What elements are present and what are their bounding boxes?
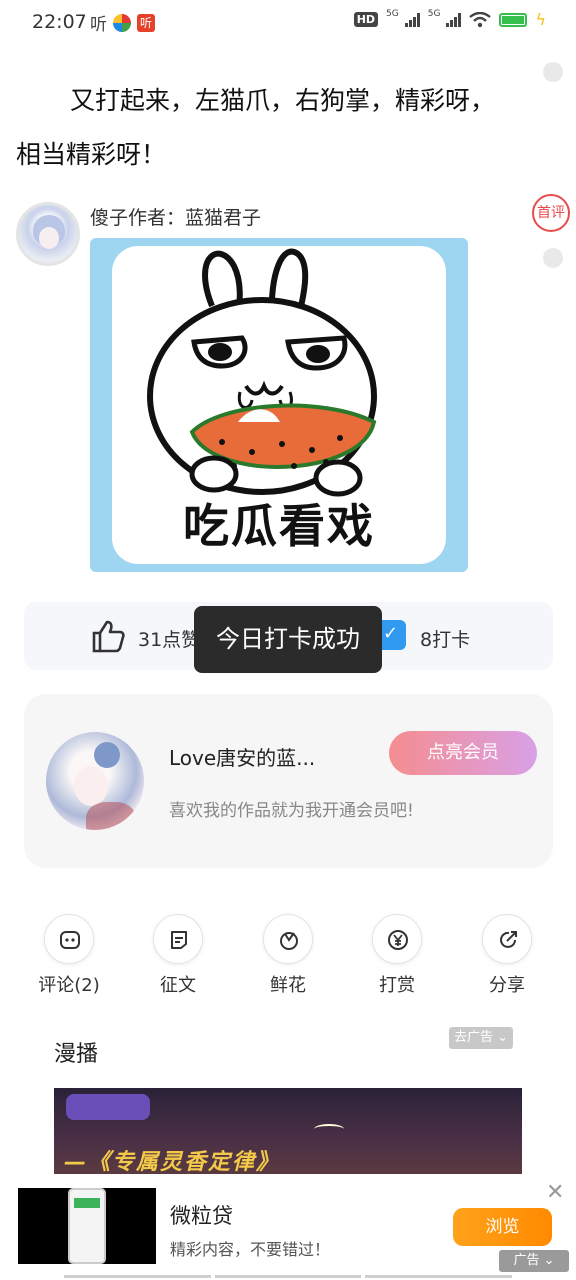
charging-icon: ϟ <box>535 10 546 29</box>
yuan-icon <box>372 914 422 964</box>
essay-icon <box>153 914 203 964</box>
share-label: 分享 <box>489 975 525 996</box>
thumbs-up-icon[interactable] <box>90 618 126 654</box>
like-count[interactable]: 31点赞 <box>138 625 200 652</box>
author-avatar[interactable] <box>16 202 80 266</box>
essay-label: 征文 <box>160 975 196 996</box>
status-notifications: 听 听 <box>90 10 155 35</box>
navigation-indicator <box>64 1275 513 1278</box>
author-name[interactable]: 傻子作者：蓝猫君子 <box>90 203 261 230</box>
comment-label: 评论(2) <box>38 975 100 996</box>
avatar-face <box>39 227 59 249</box>
interaction-actions: 评论(2) 征文 鲜花 打赏 分享 <box>0 914 576 1000</box>
remove-ad-button[interactable]: 去广告 ⌄ <box>449 1027 513 1049</box>
hd-voice-icon: HD <box>353 12 379 27</box>
member-name: Love唐安的蓝... <box>169 746 316 770</box>
first-comment-label: 首评 <box>532 194 570 232</box>
sticker-caption: 吃瓜看戏 <box>183 499 375 553</box>
sticker-card: 吃瓜看戏 <box>112 246 446 564</box>
ad-phone-image <box>68 1188 106 1264</box>
share-icon <box>482 914 532 964</box>
bottom-ad-banner: 微粒贷 精彩内容，不要错过！ 浏览 ✕ 广告 ⌄ <box>0 1174 576 1280</box>
battery-icon <box>499 12 528 27</box>
first-comment-badge[interactable]: 首评 <box>532 194 570 242</box>
flower-button[interactable]: 鲜花 <box>248 914 328 997</box>
ad-browse-button[interactable]: 浏览 <box>453 1208 552 1246</box>
signal-1-icon <box>404 12 420 27</box>
checkin-count[interactable]: 8打卡 <box>420 625 470 652</box>
network-type-2: 5G <box>427 8 441 19</box>
avatar-flower <box>94 742 120 768</box>
manbo-section-title: 漫播 <box>54 1042 99 1067</box>
side-dot-middle[interactable] <box>543 248 563 268</box>
ad-thumbnail[interactable] <box>18 1188 156 1264</box>
manbo-video-banner[interactable]: —《专属灵香定律》 <box>54 1088 522 1174</box>
story-paragraph: 又打起来，左猫爪，右狗掌，精彩呀，相当精彩呀！ <box>16 86 496 169</box>
tip-button[interactable]: 打赏 <box>357 914 437 997</box>
browser-notification-icon <box>113 13 131 32</box>
flower-icon <box>263 914 313 964</box>
wifi-icon <box>469 11 492 27</box>
avatar-face <box>74 766 108 806</box>
rabbit-eating-watermelon-illustration <box>147 248 377 497</box>
video-title-text: —《专属灵香定律》 <box>64 1150 281 1174</box>
status-bar: 22:07 听 听 HD 5G 5G ϟ <box>0 0 576 44</box>
checkin-success-toast: 今日打卡成功 <box>194 606 382 673</box>
tip-label: 打赏 <box>379 975 415 996</box>
app-notification-icon: 听 <box>137 13 155 32</box>
ad-title[interactable]: 微粒贷 <box>170 1200 233 1230</box>
essay-button[interactable]: 征文 <box>138 914 218 997</box>
activate-membership-button[interactable]: 点亮会员 <box>389 731 537 775</box>
video-logo <box>66 1094 150 1120</box>
member-card: Love唐安的蓝... 喜欢我的作品就为我开通会员吧! 点亮会员 <box>24 694 553 868</box>
network-type-1: 5G <box>386 8 399 19</box>
member-avatar[interactable] <box>46 732 144 830</box>
side-dot-top[interactable] <box>543 62 563 82</box>
signal-2-icon <box>446 12 462 27</box>
avatar-dress <box>86 802 136 830</box>
sticker-image[interactable]: 吃瓜看戏 <box>90 238 468 572</box>
member-subtitle: 喜欢我的作品就为我开通会员吧! <box>169 801 414 821</box>
comment-button[interactable]: 评论(2) <box>29 914 109 997</box>
comment-icon <box>44 914 94 964</box>
ad-label[interactable]: 广告 ⌄ <box>499 1250 569 1272</box>
video-moon <box>314 1124 344 1134</box>
listen-notification-icon: 听 <box>90 15 107 35</box>
ad-subtitle: 精彩内容，不要错过！ <box>170 1240 331 1259</box>
ad-close-icon[interactable]: ✕ <box>546 1180 564 1205</box>
flower-label: 鲜花 <box>270 975 306 996</box>
status-time: 22:07 <box>32 11 87 33</box>
share-button[interactable]: 分享 <box>467 914 547 997</box>
status-system-icons: HD 5G 5G ϟ <box>353 8 546 29</box>
